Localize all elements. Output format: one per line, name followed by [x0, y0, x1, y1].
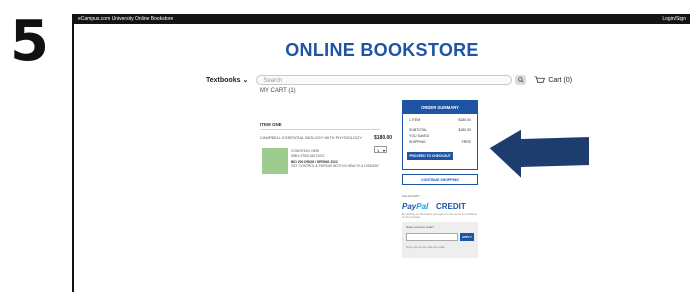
proceed-to-checkout-button[interactable]: PROCEED TO CHECKOUT — [407, 152, 453, 160]
we-accept-label: WE ACCEPT — [402, 194, 420, 198]
summary-row-label: 1 ITEM — [409, 118, 421, 122]
summary-row: YOU SAVED — [403, 134, 477, 138]
summary-row: 1 ITEM $180.00 — [403, 118, 477, 122]
summary-row: SHIPPING FREE — [403, 140, 477, 144]
promo-code-input[interactable] — [406, 233, 458, 241]
paypal-logo[interactable]: PayPal — [402, 202, 428, 211]
item-course-note: GET CONTROL & PURSUE BOTH IN HEALTH & DI… — [291, 164, 379, 169]
step-number: 5 — [10, 9, 49, 74]
divider — [260, 129, 380, 130]
chevron-down-icon: ▾ — [382, 148, 385, 153]
search-input[interactable]: Search — [256, 75, 513, 85]
bookstore-logo[interactable]: ONLINE BOOKSTORE — [74, 40, 690, 61]
summary-title: ORDER SUMMARY — [403, 101, 477, 114]
promo-row: APPLY — [406, 233, 474, 241]
login-link[interactable]: Login/Sign — [662, 14, 686, 24]
item-title[interactable]: CAMPBELL ESSENTIAL BIOLOGY WITH PHYSIOLO… — [260, 135, 362, 140]
item-isbn: ISBN: 9780134573472 — [291, 153, 325, 158]
textbooks-menu[interactable]: Textbooks ⌄ — [206, 76, 248, 84]
promo-label: Have a promo code? — [406, 225, 434, 229]
summary-row-label: SHIPPING — [409, 140, 426, 144]
summary-row-value: $180.00 — [458, 128, 471, 132]
summary-row-value: $180.00 — [458, 118, 471, 122]
cart-link[interactable]: Cart (0) — [534, 75, 573, 85]
summary-row-label: YOU SAVED — [409, 134, 430, 138]
site-name: eCampus.com University Online Bookstore — [78, 16, 174, 22]
summary-row: SUBTOTAL $180.00 — [403, 128, 477, 132]
top-bar: eCampus.com University Online Bookstore … — [74, 14, 690, 24]
item-heading: ITEM ONE — [260, 122, 282, 127]
search-icon — [518, 77, 524, 83]
browser-screenshot: eCampus.com University Online Bookstore … — [72, 14, 690, 292]
textbooks-label: Textbooks — [206, 77, 241, 84]
nav-row: Textbooks ⌄ Search Cart (0) — [206, 75, 572, 85]
apply-button[interactable]: APPLY — [460, 233, 474, 241]
item-price: $180.00 — [374, 135, 393, 141]
book-cover-image — [262, 148, 288, 174]
chevron-down-icon: ⌄ — [242, 77, 249, 84]
payment-note: By clicking on the button you agree to t… — [402, 212, 478, 220]
summary-row-label: SUBTOTAL — [409, 128, 428, 132]
pointer-arrow-icon — [486, 126, 591, 183]
paypal-text-a: Pay — [402, 202, 417, 211]
continue-shopping-button[interactable]: CONTINUE SHOPPING — [402, 174, 478, 185]
promo-panel: Have a promo code? APPLY Only one promo … — [402, 222, 478, 258]
cart-title: MY CART (1) — [260, 88, 296, 94]
search-button[interactable] — [515, 75, 527, 85]
item-details: CONDITION: NEW ISBN: 9780134573472 BIO 2… — [291, 149, 379, 169]
cart-icon — [534, 75, 546, 83]
cart-label: Cart (0) — [548, 76, 573, 84]
summary-row-value: FREE — [461, 140, 471, 144]
paypal-credit-logo[interactable]: CREDIT — [436, 202, 466, 211]
paypal-text-b: Pal — [416, 202, 429, 211]
promo-note: Only one promo code per order. — [406, 245, 446, 249]
